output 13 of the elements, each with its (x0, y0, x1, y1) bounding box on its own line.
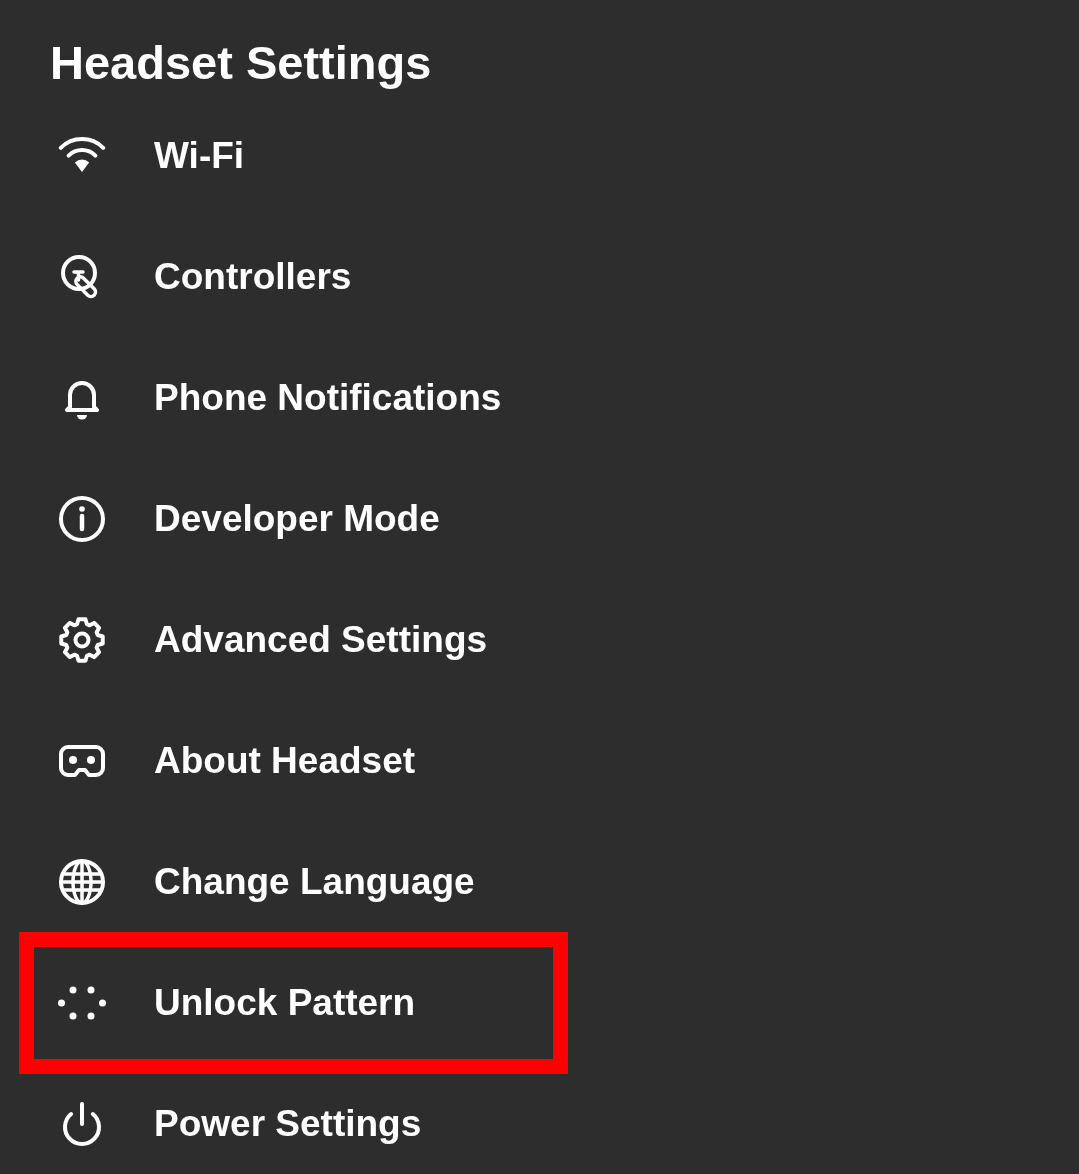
menu-item[interactable]: Phone Notifications (58, 373, 502, 422)
menu-item[interactable]: Developer Mode (58, 494, 440, 543)
menu-item[interactable]: Wi-Fi (58, 131, 245, 180)
menu-item[interactable]: Change Language (58, 857, 475, 906)
menu-item[interactable]: Power Settings (58, 1099, 422, 1148)
page-title: Headset Settings (50, 36, 432, 90)
menu-item[interactable]: About Headset (58, 736, 416, 785)
settings-icon (58, 615, 106, 664)
info-icon (58, 494, 106, 543)
globe-icon (58, 857, 106, 906)
menu-item[interactable]: Advanced Settings (58, 615, 488, 664)
highlighted-menu-item[interactable]: Unlock Pattern (19, 931, 568, 1074)
menu-item[interactable]: Controllers (58, 252, 352, 301)
